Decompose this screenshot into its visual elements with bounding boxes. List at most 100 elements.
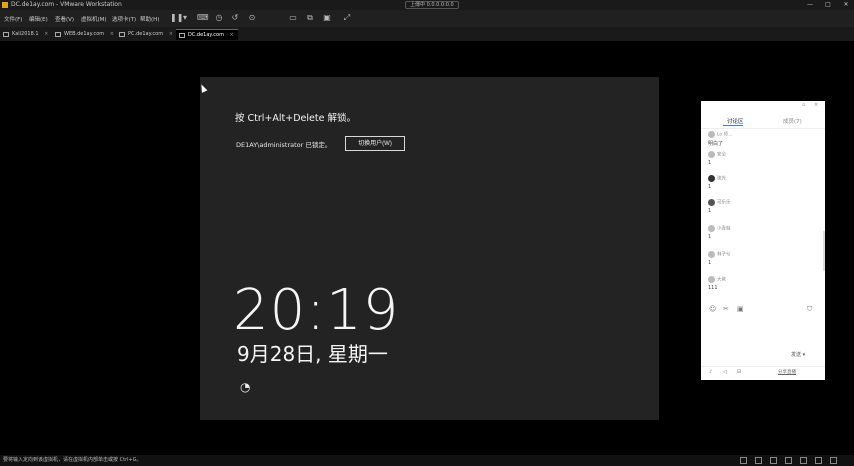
avatar	[708, 199, 715, 206]
close-icon[interactable]: ×	[44, 31, 48, 37]
chat-username: 琉光	[717, 176, 726, 182]
chat-message: Lo 师... 明白了	[708, 131, 732, 147]
tab-label: Kali2018.1	[12, 31, 39, 37]
status-bar: 要将输入定向到该虚拟机，请在虚拟机内部单击或按 Ctrl+G。	[0, 455, 854, 466]
chat-message: 安全 1	[708, 151, 726, 166]
shield-icon[interactable]: ⛉	[807, 305, 812, 314]
status-text: 要将输入定向到该虚拟机，请在虚拟机内部单击或按 Ctrl+G。	[3, 457, 142, 463]
vm-icon	[179, 33, 185, 38]
maximize-button[interactable]: □	[823, 0, 833, 10]
device-icon[interactable]	[785, 457, 792, 464]
menu-vm[interactable]: 虚拟机(M)	[81, 15, 107, 23]
manage-snapshots-icon[interactable]: ⊙	[247, 13, 257, 23]
tab-kali[interactable]: Kali2018.1 ×	[0, 29, 52, 40]
scissors-icon[interactable]: ✂	[723, 305, 729, 313]
pause-icon[interactable]: ❚❚	[170, 13, 183, 23]
unlock-hint: 按 Ctrl+Alt+Delete 解锁。	[235, 113, 356, 124]
chat-scrollbar[interactable]	[823, 231, 825, 271]
tab-discussion[interactable]: 讨论区	[727, 117, 744, 125]
close-icon[interactable]: ×	[110, 31, 114, 37]
device-icon[interactable]	[770, 457, 777, 464]
avatar	[708, 151, 715, 158]
chat-username: 大佬	[717, 277, 726, 283]
avatar	[708, 175, 715, 182]
tab-label: WEB.de1ay.com	[64, 31, 105, 37]
switch-user-button[interactable]: 切换用户(W)	[345, 136, 405, 151]
vm-icon	[55, 32, 61, 37]
device-icon[interactable]	[830, 457, 837, 464]
device-icon[interactable]	[800, 457, 807, 464]
speaker-icon[interactable]: ◁	[723, 369, 727, 375]
divider	[701, 128, 825, 129]
snapshot-icon[interactable]: ◷	[214, 13, 224, 23]
close-icon[interactable]: ×	[169, 31, 173, 37]
chat-username: 小青蛙	[717, 226, 731, 232]
device-icon[interactable]	[755, 457, 762, 464]
chat-text: 1	[708, 260, 712, 266]
window-title: DC.de1ay.com - VMware Workstation	[11, 1, 122, 8]
tab-members[interactable]: 成员(7)	[783, 117, 802, 125]
microphone-icon[interactable]: ♪	[709, 369, 712, 375]
vm-tab-bar: Kali2018.1 × WEB.de1ay.com × PC.de1ay.co…	[0, 27, 854, 41]
chat-message: 小青蛙 1	[708, 225, 731, 240]
lock-date: 9月28日, 星期一	[237, 342, 388, 366]
chat-text: 1	[708, 208, 712, 214]
chat-text: 111	[708, 285, 718, 291]
screen-share-icon[interactable]: ⊟	[737, 369, 741, 375]
chat-username: 安全	[717, 152, 726, 158]
chat-minimize-icon[interactable]: ▫	[802, 102, 805, 108]
menu-file[interactable]: 文件(F)	[4, 15, 22, 23]
device-icon[interactable]	[815, 457, 822, 464]
image-icon[interactable]: ▣	[737, 305, 744, 313]
vm-screen[interactable]: 按 Ctrl+Alt+Delete 解锁。 DE1AY\administrato…	[200, 77, 659, 420]
chat-text: 1	[708, 234, 712, 240]
locked-user-text: DE1AY\administrator 已锁定。	[236, 141, 332, 149]
close-icon[interactable]: ×	[230, 32, 234, 38]
vm-icon	[119, 32, 125, 37]
title-bar: DC.de1ay.com - VMware Workstation 上傳中 0.…	[0, 0, 854, 10]
ease-of-access-icon[interactable]: ◔	[240, 380, 254, 394]
chat-username: 可乐乐	[717, 200, 731, 206]
chat-text: 明白了	[708, 141, 724, 147]
close-button[interactable]: ✕	[841, 0, 851, 10]
tab-dc[interactable]: DC.de1ay.com ×	[176, 29, 238, 40]
chat-panel: ▫ × 讨论区 成员(7) Lo 师... 明白了 安全 1 琉光 1 可乐乐 …	[701, 101, 825, 380]
chat-text: 1	[708, 160, 712, 166]
chevron-down-icon[interactable]: ▾	[180, 13, 190, 23]
chat-username: 林子兮	[717, 252, 731, 258]
revert-icon[interactable]: ↺	[230, 13, 240, 23]
send-keys-icon[interactable]: ⌨	[197, 13, 209, 23]
avatar	[708, 131, 715, 138]
chat-message: 大佬 111	[708, 276, 726, 291]
tab-pc[interactable]: PC.de1ay.com ×	[116, 29, 177, 40]
vmware-logo-icon	[2, 2, 8, 8]
avatar	[708, 276, 715, 283]
lock-clock: 20:19	[233, 278, 400, 343]
stretch-icon[interactable]: ⤢	[342, 13, 352, 23]
divider	[701, 366, 825, 367]
fullscreen-icon[interactable]: ▭	[288, 13, 298, 23]
send-button[interactable]: 发送 ▾	[791, 351, 805, 358]
console-icon[interactable]: ▣	[322, 13, 332, 23]
tab-web[interactable]: WEB.de1ay.com ×	[52, 29, 118, 40]
tab-label: PC.de1ay.com	[128, 31, 164, 37]
chat-message: 可乐乐 1	[708, 199, 731, 214]
menu-view[interactable]: 查看(V)	[55, 15, 74, 23]
chat-message: 琉光 1	[708, 175, 726, 190]
minimize-button[interactable]: —	[805, 0, 815, 10]
share-live-link[interactable]: 分享直播	[778, 369, 796, 375]
emoji-icon[interactable]: ☺	[709, 305, 716, 313]
menu-bar: 文件(F) 编辑(E) 查看(V) 虚拟机(M) 选项卡(T) 帮助(H) ❚❚…	[0, 10, 854, 27]
chat-username: Lo 师...	[717, 132, 733, 138]
menu-help[interactable]: 帮助(H)	[140, 15, 159, 23]
tab-label: DC.de1ay.com	[188, 32, 224, 38]
menu-tabs[interactable]: 选项卡(T)	[112, 15, 136, 23]
upload-indicator[interactable]: 上傳中 0.0.0.0:0.0	[405, 1, 459, 9]
active-tab-indicator	[723, 125, 743, 126]
menu-edit[interactable]: 编辑(E)	[29, 15, 48, 23]
unity-icon[interactable]: ⧉	[305, 13, 315, 23]
avatar	[708, 251, 715, 258]
device-icon[interactable]	[740, 457, 747, 464]
chat-text: 1	[708, 184, 712, 190]
chat-close-icon[interactable]: ×	[814, 102, 818, 108]
